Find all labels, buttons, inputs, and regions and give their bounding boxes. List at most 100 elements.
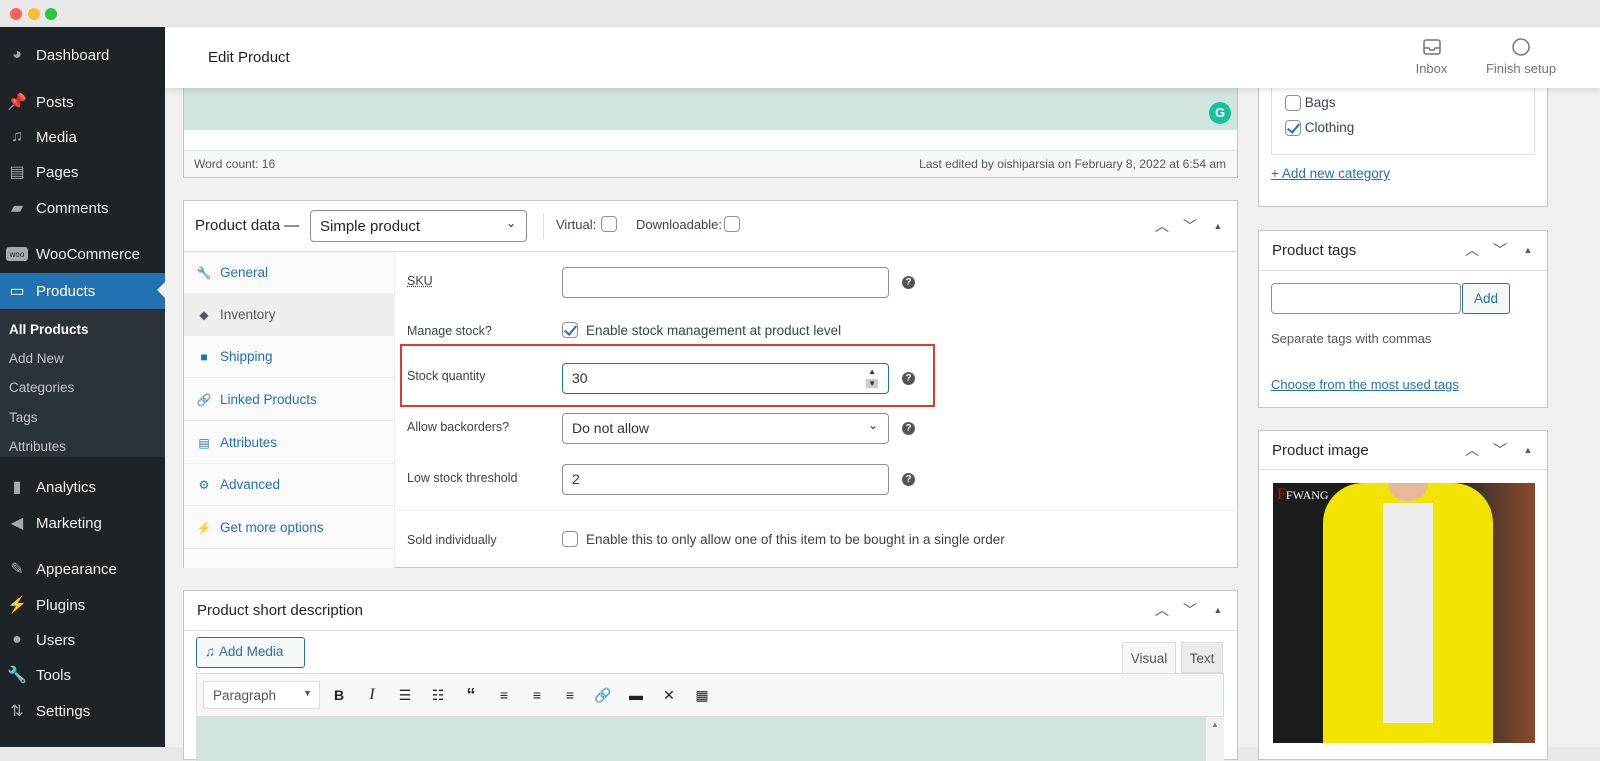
bullet-list-icon[interactable]: ☰ (394, 684, 416, 706)
submenu-categories[interactable]: Categories (9, 380, 74, 395)
add-media-button[interactable]: ♫ Add Media (196, 637, 305, 668)
product-image[interactable]: FFWANG (1273, 483, 1535, 743)
sidebar-item-tools[interactable]: 🔧 Tools (0, 658, 165, 692)
page-title: Edit Product (208, 49, 290, 66)
maximize-window-button[interactable] (45, 8, 57, 20)
backorders-select[interactable]: Do not allow ⌄ (562, 413, 889, 444)
tab-visual[interactable]: Visual (1122, 642, 1176, 673)
tab-get-more-options[interactable]: ⚡ Get more options (184, 507, 394, 549)
choose-tags-link[interactable]: Choose from the most used tags (1271, 377, 1459, 392)
finish-setup-button[interactable]: Finish setup (1483, 37, 1559, 76)
bold-icon[interactable]: B (328, 684, 350, 706)
sidebar-item-media[interactable]: ♫ Media (0, 120, 165, 154)
align-center-icon[interactable]: ≡ (526, 684, 548, 706)
read-more-icon[interactable]: ▬ (625, 684, 647, 706)
tab-general[interactable]: 🔧 General (184, 252, 394, 294)
numbered-list-icon[interactable]: ☷ (427, 684, 449, 706)
category-checkbox[interactable] (1285, 120, 1301, 137)
stock-quantity-input[interactable]: 30 ▲ ▼ (562, 363, 889, 394)
link-icon[interactable]: 🔗 (592, 684, 614, 706)
virtual-checkbox[interactable] (601, 216, 617, 232)
add-tag-button[interactable]: Add (1462, 283, 1510, 314)
toolbar-toggle-icon[interactable]: ▦ (691, 684, 713, 706)
low-stock-input[interactable]: 2 (562, 464, 889, 495)
blockquote-icon[interactable]: “ (460, 684, 482, 706)
tab-shipping[interactable]: ■ Shipping (184, 336, 394, 378)
number-spinner[interactable]: ▲ ▼ (866, 366, 878, 390)
product-type-select[interactable]: Simple product ⌄ (310, 210, 527, 242)
tag-input[interactable] (1271, 283, 1461, 314)
archive-icon: ▭ (9, 283, 25, 300)
collapse-icon[interactable]: ▲ (1209, 601, 1227, 619)
progress-ring-icon (1512, 38, 1530, 56)
tab-advanced[interactable]: ⚙ Advanced (184, 464, 394, 506)
move-down-icon[interactable]: ﹀ (1491, 241, 1509, 259)
sidebar-item-plugins[interactable]: ⚡ Plugins (0, 588, 165, 622)
brand-watermark: FFWANG (1277, 486, 1329, 503)
sidebar-item-pages[interactable]: ▤ Pages (0, 155, 165, 189)
tab-text[interactable]: Text (1181, 642, 1223, 673)
sidebar-item-woocommerce[interactable]: woo WooCommerce (0, 237, 165, 271)
tab-attributes[interactable]: ▤ Attributes (184, 422, 394, 464)
italic-icon[interactable]: I (361, 684, 383, 706)
category-checkbox[interactable] (1285, 95, 1301, 112)
collapse-icon[interactable]: ▲ (1519, 241, 1537, 259)
product-categories-panel: Bags Clothing + Add new category (1258, 86, 1548, 207)
plugin-icon: ⚡ (196, 520, 212, 535)
submenu-attributes[interactable]: Attributes (9, 439, 66, 454)
downloadable-label: Downloadable: (636, 217, 723, 232)
sidebar-item-products[interactable]: ▭ Products (0, 273, 165, 309)
scrollbar[interactable]: ▲ (1206, 717, 1224, 761)
move-down-icon[interactable]: ﹀ (1181, 601, 1199, 619)
align-right-icon[interactable]: ≡ (559, 684, 581, 706)
grammarly-icon[interactable]: G (1209, 102, 1231, 124)
media-icon: ♫ (205, 644, 219, 659)
move-down-icon[interactable]: ﹀ (1181, 217, 1199, 235)
format-select[interactable]: Paragraph ▼ (203, 681, 320, 709)
sidebar-item-appearance[interactable]: ✎ Appearance (0, 552, 165, 586)
sidebar-item-users[interactable]: ● Users (0, 623, 165, 657)
add-new-category-link[interactable]: + Add new category (1271, 166, 1390, 181)
move-up-icon[interactable]: ︿ (1153, 217, 1171, 235)
chevron-down-icon: ⌄ (505, 216, 516, 230)
editor-content-area[interactable] (184, 86, 1237, 130)
tab-linked-products[interactable]: 🔗 Linked Products (184, 379, 394, 421)
sidebar-item-posts[interactable]: 📌 Posts (0, 85, 165, 119)
sidebar-item-comments[interactable]: ▰ Comments (0, 191, 165, 225)
sidebar-item-dashboard[interactable]: ◕ Dashboard (0, 38, 165, 72)
sku-input[interactable] (562, 267, 889, 298)
fullscreen-icon[interactable]: ✕ (658, 684, 680, 706)
minimize-window-button[interactable] (28, 8, 40, 20)
sidebar-item-marketing[interactable]: ◀ Marketing (0, 506, 165, 540)
editor-toolbar: Paragraph ▼ B I ☰ ☷ “ ≡ ≡ ≡ 🔗 ▬ ✕ ▦ (196, 673, 1224, 717)
move-down-icon[interactable]: ﹀ (1491, 441, 1509, 459)
collapse-icon[interactable]: ▲ (1519, 441, 1537, 459)
inbox-button[interactable]: Inbox (1409, 37, 1454, 76)
description-editor: G Word count: 16 Last edited by oishipar… (183, 86, 1238, 178)
divider (543, 213, 544, 239)
downloadable-checkbox[interactable] (724, 216, 740, 232)
submenu-add-new[interactable]: Add New (9, 351, 64, 366)
align-left-icon[interactable]: ≡ (493, 684, 515, 706)
move-up-icon[interactable]: ︿ (1463, 241, 1481, 259)
list-icon: ▤ (198, 435, 210, 450)
help-icon[interactable]: ? (902, 372, 915, 385)
tab-inventory[interactable]: ◆ Inventory (184, 294, 394, 336)
help-icon[interactable]: ? (902, 473, 915, 486)
short-description-content[interactable] (196, 717, 1206, 761)
submenu-tags[interactable]: Tags (9, 410, 38, 425)
close-window-button[interactable] (10, 8, 22, 20)
sidebar-item-settings[interactable]: ⇅ Settings (0, 694, 165, 728)
move-up-icon[interactable]: ︿ (1153, 601, 1171, 619)
sold-individually-checkbox[interactable] (562, 531, 578, 547)
help-icon[interactable]: ? (902, 276, 915, 289)
category-item: Clothing (1285, 120, 1354, 137)
manage-stock-text: Enable stock management at product level (586, 323, 842, 338)
submenu-all-products[interactable]: All Products (9, 322, 89, 337)
sidebar-item-analytics[interactable]: ▮ Analytics (0, 470, 165, 504)
collapse-icon[interactable]: ▲ (1209, 217, 1227, 235)
move-up-icon[interactable]: ︿ (1463, 441, 1481, 459)
help-icon[interactable]: ? (902, 422, 915, 435)
manage-stock-checkbox[interactable] (562, 322, 578, 338)
divider (1259, 469, 1547, 470)
